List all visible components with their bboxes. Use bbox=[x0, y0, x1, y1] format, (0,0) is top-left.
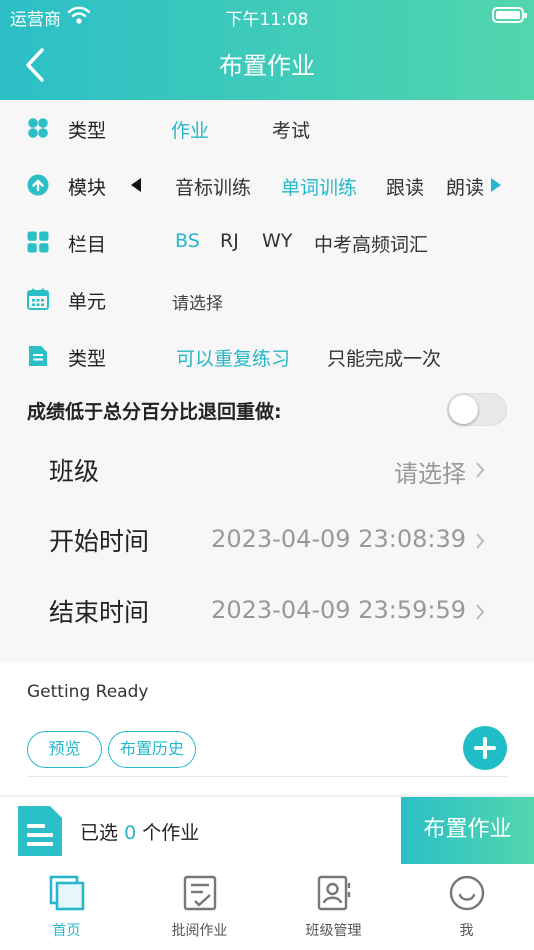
module-label: 模块 bbox=[68, 177, 107, 199]
column-row: 栏目 BS RJ WY 中考高频词汇 bbox=[0, 217, 534, 267]
selected-count: 0 bbox=[124, 822, 137, 844]
retry-threshold-label: 成绩低于总分百分比退回重做: bbox=[27, 401, 282, 423]
module-option-phonetics[interactable]: 音标训练 bbox=[175, 173, 251, 200]
selected-prefix: 已选 bbox=[80, 822, 119, 844]
module-row: 模块 音标训练 单词训练 跟读 朗读 bbox=[0, 160, 534, 210]
review-icon bbox=[183, 875, 217, 911]
category-icon bbox=[28, 118, 48, 138]
unit-row[interactable]: 单元 请选择 bbox=[0, 274, 534, 324]
practice-type-row: 类型 可以重复练习 只能完成一次 bbox=[0, 331, 534, 381]
status-bar: 运营商 下午11:08 bbox=[0, 0, 534, 30]
class-label: 班级 bbox=[49, 457, 100, 486]
start-time-label: 开始时间 bbox=[49, 527, 150, 556]
tab-review-label: 批阅作业 bbox=[171, 923, 228, 939]
calendar-icon bbox=[27, 288, 49, 310]
tab-bar: 首页 批阅作业 班级管理 我 bbox=[0, 864, 534, 950]
column-option-rj[interactable]: RJ bbox=[220, 230, 239, 252]
grid-icon bbox=[27, 231, 49, 253]
preview-button[interactable]: 预览 bbox=[27, 731, 102, 768]
add-homework-button[interactable] bbox=[463, 726, 507, 770]
unit-label: 单元 bbox=[68, 291, 107, 313]
battery-icon bbox=[492, 7, 527, 23]
document-icon bbox=[29, 346, 47, 366]
module-options: 音标训练 单词训练 跟读 朗读 bbox=[175, 160, 485, 210]
homework-title: Getting Ready bbox=[27, 682, 149, 702]
column-option-zhongkao[interactable]: 中考高频词汇 bbox=[314, 230, 428, 257]
type-option-homework[interactable]: 作业 bbox=[171, 116, 209, 143]
class-value[interactable]: 请选择 bbox=[394, 454, 466, 489]
scroll-left-arrow-icon[interactable] bbox=[131, 178, 141, 192]
column-option-wy[interactable]: WY bbox=[262, 230, 292, 252]
retry-threshold-toggle[interactable] bbox=[447, 393, 507, 426]
scroll-right-arrow-icon[interactable] bbox=[491, 178, 501, 192]
chevron-right-icon bbox=[476, 462, 485, 478]
divider bbox=[27, 776, 507, 777]
module-option-follow-reading[interactable]: 跟读 bbox=[386, 173, 424, 200]
selected-homework-icon bbox=[18, 806, 62, 856]
tab-home[interactable]: 首页 bbox=[0, 864, 133, 950]
chevron-right-icon bbox=[476, 604, 485, 620]
profile-icon bbox=[449, 875, 485, 911]
assignment-type-label: 类型 bbox=[68, 120, 107, 142]
homework-panel: Getting Ready 预览 布置历史 bbox=[0, 662, 534, 794]
tab-profile-label: 我 bbox=[459, 923, 474, 939]
unit-select[interactable]: 请选择 bbox=[172, 289, 223, 314]
end-time-label: 结束时间 bbox=[49, 598, 150, 627]
practice-type-label: 类型 bbox=[68, 348, 107, 370]
page-title: 布置作业 bbox=[219, 52, 315, 80]
class-icon bbox=[317, 875, 351, 911]
assign-homework-button[interactable]: 布置作业 bbox=[401, 797, 534, 865]
selection-summary-bar: 已选 0 个作业 布置作业 bbox=[0, 796, 534, 865]
module-option-vocabulary[interactable]: 单词训练 bbox=[281, 173, 357, 200]
chevron-right-icon bbox=[476, 533, 485, 549]
upload-circle-icon bbox=[27, 174, 49, 196]
tab-home-label: 首页 bbox=[52, 923, 81, 939]
selected-count-text: 已选 0 个作业 bbox=[80, 818, 199, 845]
status-time: 下午11:08 bbox=[225, 10, 309, 30]
type-option-exam[interactable]: 考试 bbox=[272, 116, 310, 143]
home-icon bbox=[49, 875, 85, 911]
column-option-bs[interactable]: BS bbox=[175, 230, 200, 252]
practice-option-repeatable[interactable]: 可以重复练习 bbox=[176, 344, 290, 371]
tab-review[interactable]: 批阅作业 bbox=[133, 864, 266, 950]
tab-class-label: 班级管理 bbox=[305, 923, 362, 939]
toggle-knob bbox=[449, 395, 478, 424]
tab-profile[interactable]: 我 bbox=[400, 864, 533, 950]
header: 运营商 下午11:08 布置作业 bbox=[0, 0, 534, 100]
start-time-value[interactable]: 2023-04-09 23:08:39 bbox=[211, 525, 466, 553]
end-time-value[interactable]: 2023-04-09 23:59:59 bbox=[211, 596, 466, 624]
practice-option-once[interactable]: 只能完成一次 bbox=[327, 344, 441, 371]
module-option-reading-aloud[interactable]: 朗读 bbox=[446, 173, 484, 200]
column-label: 栏目 bbox=[68, 234, 107, 256]
tab-class[interactable]: 班级管理 bbox=[267, 864, 400, 950]
selected-suffix: 个作业 bbox=[142, 822, 200, 844]
history-button[interactable]: 布置历史 bbox=[108, 731, 196, 768]
assignment-type-row: 类型 作业 考试 bbox=[0, 103, 534, 153]
